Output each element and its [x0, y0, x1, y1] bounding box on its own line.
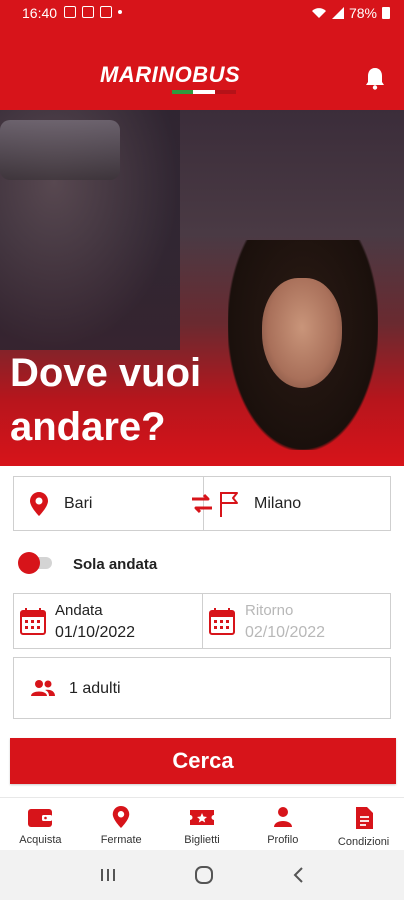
nav-label: Fermate — [100, 834, 142, 846]
signal-icon — [331, 7, 344, 19]
calendar-icon — [20, 608, 46, 635]
hero-banner: Dove vuoi andare? — [0, 110, 404, 466]
search-button[interactable]: Cerca — [10, 738, 396, 784]
wifi-icon — [311, 8, 326, 18]
bottom-navigation: Acquista Fermate Biglietti Profilo Condi… — [0, 797, 404, 849]
date-selector: Andata 01/10/2022 Ritorno 02/10/2022 — [13, 593, 391, 649]
logo-tricolor-stripe — [172, 90, 236, 94]
battery-percent: 78% — [348, 5, 377, 21]
people-icon — [31, 680, 55, 696]
media-icon — [82, 6, 94, 18]
return-date-field[interactable]: 02/10/2022 — [245, 624, 325, 642]
battery-icon — [382, 7, 390, 19]
image-icon — [64, 6, 76, 18]
one-way-toggle[interactable] — [18, 552, 40, 574]
map-pin-icon — [112, 806, 130, 828]
wallet-icon — [28, 809, 53, 827]
recent-apps-icon[interactable] — [99, 867, 117, 883]
nav-item-profilo[interactable]: Profilo — [242, 798, 323, 849]
more-dot-icon — [118, 10, 122, 14]
status-bar: 16:40 78% — [0, 0, 404, 26]
person-icon — [273, 807, 292, 827]
app-header: MARINOBUS — [0, 26, 404, 110]
nav-item-acquista[interactable]: Acquista — [0, 798, 81, 849]
system-navigation-bar — [0, 850, 404, 900]
status-system-icons: 78% — [311, 5, 390, 21]
ticket-icon — [189, 810, 214, 825]
document-icon — [355, 807, 373, 829]
swap-icon[interactable] — [190, 493, 214, 515]
marinobus-logo: MARINOBUS — [100, 62, 241, 87]
back-icon[interactable] — [291, 866, 305, 884]
departure-date-field[interactable]: 01/10/2022 — [55, 624, 135, 642]
status-time: 16:40 — [22, 5, 58, 21]
passengers-selector[interactable]: 1 adulti — [13, 657, 391, 719]
bell-icon[interactable] — [364, 66, 386, 90]
home-icon[interactable] — [194, 865, 214, 885]
nav-item-condizioni[interactable]: Condizioni — [323, 798, 404, 849]
nav-label: Biglietti — [184, 834, 220, 846]
passengers-value: 1 adulti — [69, 680, 121, 697]
origin-field[interactable]: Bari — [64, 495, 92, 513]
nav-label: Acquista — [19, 834, 62, 846]
calendar-icon — [209, 608, 235, 635]
nav-item-fermate[interactable]: Fermate — [81, 798, 162, 849]
flag-icon — [220, 492, 238, 517]
route-selector: Bari Milano — [13, 476, 391, 531]
status-notification-icons — [64, 6, 122, 18]
nav-label: Profilo — [267, 834, 299, 846]
map-pin-icon — [30, 492, 48, 516]
dates-divider — [202, 594, 203, 648]
hero-title: Dove vuoi andare? — [10, 351, 202, 449]
departure-label: Andata — [55, 602, 103, 619]
nav-item-biglietti[interactable]: Biglietti — [162, 798, 243, 849]
return-label: Ritorno — [245, 602, 294, 619]
nav-label: Condizioni — [337, 836, 390, 848]
hero-background-window — [0, 120, 120, 180]
destination-field[interactable]: Milano — [254, 495, 301, 513]
mail-icon — [100, 6, 112, 18]
one-way-label: Sola andata — [73, 556, 158, 573]
